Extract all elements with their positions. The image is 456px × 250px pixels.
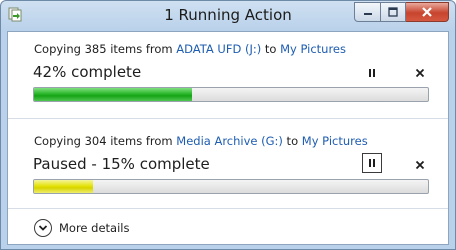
minimize-icon	[363, 13, 372, 15]
divider	[8, 118, 448, 119]
progress-bar	[33, 179, 429, 194]
cancel-button[interactable]	[411, 64, 429, 82]
close-window-button[interactable]	[406, 2, 449, 22]
status-text: Paused - 15% complete	[33, 155, 210, 173]
resume-button[interactable]	[362, 153, 382, 173]
title-bar[interactable]: 1 Running Action	[1, 1, 455, 31]
close-icon	[415, 160, 425, 170]
operations-panel: Copying 385 items from ADATA UFD (J:) to…	[7, 31, 449, 245]
maximize-icon	[388, 7, 398, 17]
progress-fill	[34, 88, 192, 101]
operation-description: Copying 385 items from ADATA UFD (J:) to…	[34, 42, 346, 56]
source-link[interactable]: ADATA UFD (J:)	[176, 42, 261, 56]
operation-description: Copying 304 items from Media Archive (G:…	[34, 134, 368, 148]
destination-link[interactable]: My Pictures	[302, 134, 368, 148]
description-text: Copying 304 items from	[34, 134, 177, 148]
status-text: 42% complete	[33, 63, 142, 81]
progress-bar	[33, 87, 429, 102]
minimize-button[interactable]	[354, 2, 381, 22]
file-operation-window: 1 Running Action Copying 385 items from …	[0, 0, 456, 250]
chevron-down-icon	[34, 219, 52, 237]
close-icon	[422, 7, 432, 17]
description-text: to	[282, 134, 302, 148]
copy-operation-1: Copying 385 items from ADATA UFD (J:) to…	[8, 32, 448, 118]
copy-operation-2: Copying 304 items from Media Archive (G:…	[8, 124, 448, 210]
close-icon	[415, 68, 425, 78]
progress-fill	[34, 180, 94, 193]
source-link[interactable]: Media Archive (G:)	[176, 134, 283, 148]
pause-button[interactable]	[363, 64, 381, 82]
description-text: Copying 385 items from	[34, 42, 177, 56]
description-text: to	[261, 42, 281, 56]
cancel-button[interactable]	[411, 156, 429, 174]
destination-link[interactable]: My Pictures	[280, 42, 346, 56]
maximize-button[interactable]	[381, 2, 406, 22]
more-details-toggle[interactable]: More details	[34, 218, 129, 238]
pause-icon	[369, 69, 375, 77]
window-controls	[354, 2, 449, 22]
divider	[8, 208, 448, 209]
pause-icon	[369, 159, 375, 167]
more-details-label: More details	[59, 221, 130, 235]
